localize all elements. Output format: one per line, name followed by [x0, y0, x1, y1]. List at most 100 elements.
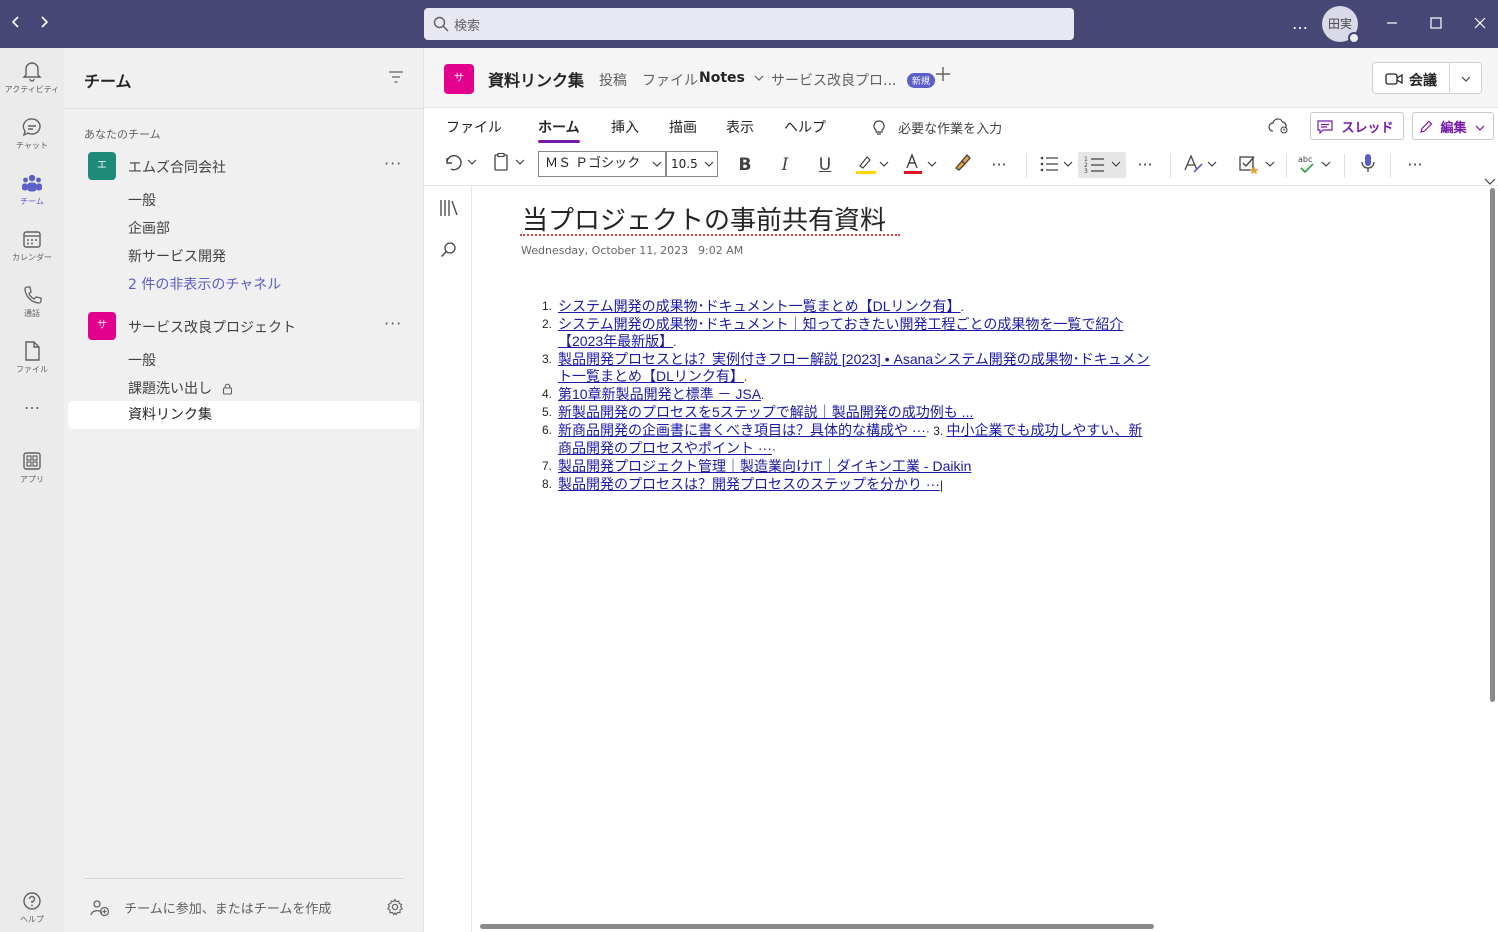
channel-item[interactable]: 企画部	[128, 218, 170, 238]
tab-service-improvement[interactable]: サービス改良プロ... 新規	[771, 70, 935, 90]
list-item: 3. 製品開発プロセスとは？実例付きフロー解説 [2023] • Asanaシス…	[532, 351, 1152, 386]
list-link[interactable]: 新製品開発のプロセスを5ステップで解説｜製品開発の成功例も ...	[558, 404, 973, 420]
list-link[interactable]: 新商品開発の企画書に書くべき項目は？具体的な構成や ···	[558, 422, 926, 438]
highlighter-icon	[856, 156, 889, 174]
add-tab-icon[interactable]	[934, 64, 952, 89]
avatar[interactable]: 田実	[1322, 6, 1360, 44]
more-options-button[interactable]: …	[1286, 10, 1314, 38]
font-size-value: 10.5	[671, 157, 698, 171]
rail-more-button[interactable]: …	[0, 394, 64, 446]
rail-activity[interactable]: アクティビティ	[0, 54, 64, 106]
underline-button[interactable]: U	[812, 152, 838, 178]
ribbon-tab-insert[interactable]: 挿入	[611, 117, 639, 137]
rail-label: アプリ	[20, 475, 44, 484]
tell-me-input[interactable]: 必要な作業を入力	[872, 118, 1002, 137]
list-suffix: .	[743, 370, 748, 384]
tab-posts[interactable]: 投稿	[599, 70, 627, 90]
ribbon-tab-view[interactable]: 表示	[726, 117, 754, 137]
more-commands-button[interactable]: ···	[1402, 152, 1428, 178]
list-item: 8. 製品開発のプロセスは？開発プロセスのステップを分かり ···|	[532, 476, 1152, 494]
list-item: 6. 新商品開発の企画書に書くべき項目は？具体的な構成や ···· 3. 中小企…	[532, 422, 1152, 458]
list-link[interactable]: システム開発の成果物･ドキュメント｜知っておきたい開発工程ごとの成果物を一覧で紹…	[558, 316, 1123, 349]
spelling-button[interactable]: abc	[1296, 152, 1336, 178]
back-arrow-icon[interactable]	[6, 12, 26, 36]
paste-button[interactable]	[490, 152, 530, 178]
tab-files[interactable]: ファイル	[642, 70, 698, 90]
svg-text:abc: abc	[1298, 155, 1312, 164]
rail-label: ファイル	[16, 365, 48, 374]
search-icon[interactable]	[439, 240, 459, 264]
rail-help[interactable]: ヘルプ	[0, 884, 64, 932]
italic-button[interactable]: I	[772, 152, 798, 178]
cloud-sync-icon[interactable]	[1268, 118, 1290, 138]
divider	[84, 878, 404, 879]
list-link[interactable]: 製品開発のプロセスは？開発プロセスのステップを分かり ···	[558, 476, 940, 492]
bold-button[interactable]: B	[732, 152, 758, 178]
undo-button[interactable]	[440, 152, 480, 178]
divider	[64, 108, 424, 109]
rail-chat[interactable]: チャット	[0, 110, 64, 162]
note-page[interactable]: 当プロジェクトの事前共有資料 Wednesday, October 11, 20…	[472, 186, 1498, 932]
more-options-icon[interactable]: ···	[384, 154, 402, 173]
rail-apps[interactable]: アプリ	[0, 444, 64, 496]
ribbon-tab-help[interactable]: ヘルプ	[784, 117, 826, 137]
numbering-button[interactable]: 123	[1078, 152, 1126, 178]
rail-label: チーム	[20, 197, 44, 206]
rail-teams[interactable]: チーム	[0, 166, 64, 218]
dictate-button[interactable]	[1354, 152, 1382, 178]
edit-button[interactable]: 編集	[1412, 112, 1494, 140]
horizontal-scrollbar[interactable]	[480, 924, 1154, 929]
rail-files[interactable]: ファイル	[0, 334, 64, 386]
styles-button[interactable]	[1180, 152, 1220, 178]
channel-item[interactable]: 新サービス開発	[128, 246, 226, 266]
hidden-channels-link[interactable]: 2 件の非表示のチャネル	[128, 274, 281, 294]
meet-button[interactable]: 会議	[1372, 62, 1482, 94]
team-service-improvement[interactable]: サ サービス改良プロジェクト ···	[84, 310, 420, 342]
maximize-icon[interactable]	[1422, 10, 1450, 38]
list-link[interactable]: 製品開発プロジェクト管理｜製造業向けIT｜ダイキン工業 - Daikin	[558, 458, 971, 474]
font-color-button[interactable]	[900, 152, 940, 178]
more-formatting-button[interactable]: ···	[986, 152, 1012, 178]
channel-item-private[interactable]: 課題洗い出し	[128, 378, 233, 399]
rail-label: ヘルプ	[20, 915, 44, 924]
channel-item[interactable]: 一般	[128, 350, 156, 370]
channel-item-active[interactable]: 資料リンク集	[68, 401, 420, 429]
bullets-button[interactable]	[1036, 152, 1076, 178]
chevron-down-icon[interactable]	[1461, 75, 1471, 83]
spelling-underline	[520, 234, 900, 236]
format-painter-button[interactable]	[950, 152, 974, 178]
clipboard-icon	[494, 152, 525, 171]
tab-notes[interactable]: Notes	[699, 70, 764, 86]
vertical-scrollbar[interactable]	[1490, 188, 1495, 702]
thread-button[interactable]: スレッド	[1310, 112, 1404, 140]
rail-calls[interactable]: 通話	[0, 278, 64, 330]
more-options-icon[interactable]: ···	[384, 314, 402, 333]
list-link[interactable]: システム開発の成果物･ドキュメント一覧まとめ【DLリンク有】	[558, 298, 960, 314]
list-link[interactable]: 製品開発プロセスとは？実例付きフロー解説 [2023] • Asanaシステム開…	[558, 351, 1150, 384]
forward-arrow-icon[interactable]	[34, 12, 54, 36]
rail-calendar[interactable]: カレンダー	[0, 222, 64, 274]
ribbon-tab-draw[interactable]: 描画	[669, 117, 697, 137]
channel-team-avatar: サ	[444, 64, 474, 94]
gear-icon[interactable]	[386, 898, 404, 920]
apps-icon	[23, 452, 41, 470]
tags-button[interactable]	[1236, 152, 1280, 178]
ribbon-tab-home[interactable]: ホーム	[538, 117, 580, 143]
close-icon[interactable]	[1466, 10, 1494, 38]
channel-item[interactable]: 一般	[128, 190, 156, 210]
font-size-select[interactable]: 10.5	[666, 151, 718, 177]
page-title[interactable]: 当プロジェクトの事前共有資料	[522, 200, 886, 237]
minimize-icon[interactable]	[1378, 10, 1406, 38]
font-family-select[interactable]: ＭＳ Ｐゴシック	[538, 151, 666, 177]
ribbon-tab-file[interactable]: ファイル	[446, 117, 502, 137]
filter-icon[interactable]	[388, 70, 404, 88]
search-input[interactable]: 検索	[424, 8, 1074, 40]
list-link[interactable]: 第10章新製品開発と標準 － JSA	[558, 386, 761, 402]
notebooks-icon[interactable]	[438, 198, 460, 222]
join-or-create-team-button[interactable]: チームに参加、またはチームを作成	[90, 898, 331, 921]
team-ms-llc[interactable]: エ エムズ合同会社 ···	[84, 150, 420, 182]
highlight-button[interactable]	[852, 152, 892, 178]
more-paragraph-button[interactable]: ···	[1132, 152, 1158, 178]
chevron-down-icon	[652, 161, 662, 167]
list-suffix: .	[960, 300, 964, 314]
